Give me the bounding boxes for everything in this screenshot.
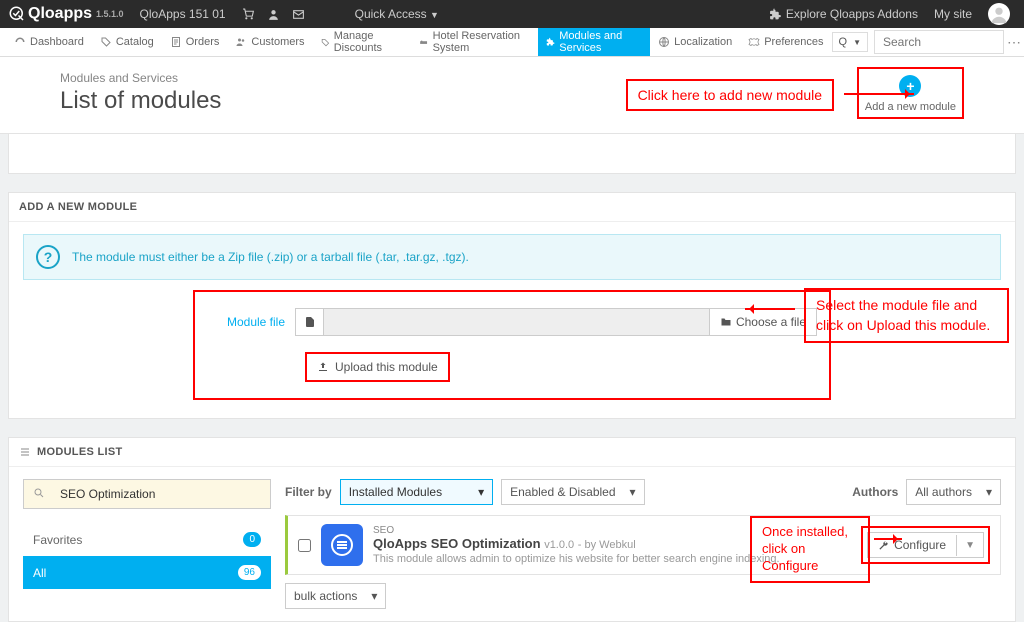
- add-module-panel: ADD A NEW MODULE ? The module must eithe…: [8, 192, 1016, 419]
- quick-access[interactable]: Quick Access ▼: [355, 7, 439, 21]
- tab-customers[interactable]: Customers: [227, 28, 312, 56]
- avatar[interactable]: [988, 3, 1010, 25]
- configure-dropdown[interactable]: ▼: [956, 535, 983, 556]
- tab-localization[interactable]: Localization: [650, 28, 740, 56]
- user-icon[interactable]: [267, 8, 280, 21]
- module-search[interactable]: [23, 479, 271, 509]
- menu-more-icon[interactable]: ⋯: [1004, 34, 1024, 51]
- module-icon: [321, 524, 363, 566]
- category-all[interactable]: All 96: [23, 556, 271, 589]
- info-box: ? The module must either be a Zip file (…: [23, 234, 1001, 280]
- topbar: Qloapps 1.5.1.0 QloApps 151 01 Quick Acc…: [0, 0, 1024, 28]
- authors-label: Authors: [852, 485, 898, 499]
- global-search-input[interactable]: [874, 30, 1004, 54]
- tab-orders[interactable]: Orders: [162, 28, 228, 56]
- annotation-configure: Once installed, click on Configure: [750, 516, 870, 583]
- wrench-icon: [878, 540, 889, 551]
- configure-button-wrap: Configure ▼: [861, 526, 990, 564]
- tab-dashboard[interactable]: Dashboard: [6, 28, 92, 56]
- info-text: The module must either be a Zip file (.z…: [72, 250, 469, 264]
- tab-catalog[interactable]: Catalog: [92, 28, 162, 56]
- modules-main: Filter by Installed Modules▾ Enabled & D…: [285, 479, 1001, 609]
- brand-name: Qloapps: [28, 5, 92, 23]
- page-title: List of modules: [60, 87, 221, 115]
- upload-module-button-wrap: Upload this module: [305, 352, 450, 382]
- site-name[interactable]: QloApps 151 01: [140, 7, 226, 21]
- add-new-module-label: Add a new module: [865, 101, 956, 113]
- module-checkbox[interactable]: [298, 539, 311, 552]
- all-count: 96: [238, 565, 261, 580]
- arrow-icon: [745, 308, 795, 310]
- arrow-icon: [874, 538, 902, 540]
- modules-list-panel: MODULES LIST Favorites 0 All 96: [8, 437, 1016, 622]
- explore-addons[interactable]: Explore Qloapps Addons: [769, 7, 918, 21]
- tab-modules[interactable]: Modules and Services: [538, 28, 650, 56]
- add-module-heading: ADD A NEW MODULE: [9, 193, 1015, 222]
- tab-discounts[interactable]: Manage Discounts: [313, 28, 412, 56]
- authors-select[interactable]: All authors▾: [906, 479, 1001, 505]
- search-icon: [24, 487, 54, 502]
- upload-icon: [317, 361, 329, 373]
- puzzle-icon: [769, 8, 782, 21]
- annotation-upload: Select the module file and click on Uplo…: [804, 288, 1009, 343]
- module-row: SEO QloApps SEO Optimization v1.0.0 - by…: [285, 515, 1001, 575]
- page-header: Modules and Services List of modules Cli…: [0, 57, 1024, 134]
- folder-icon: [720, 316, 732, 328]
- menubar: Dashboard Catalog Orders Customers Manag…: [0, 28, 1024, 57]
- tab-hotel[interactable]: Hotel Reservation System: [411, 28, 538, 56]
- annotation-add-module: Click here to add new module: [626, 79, 834, 111]
- modules-sidebar: Favorites 0 All 96: [23, 479, 271, 609]
- category-favorites[interactable]: Favorites 0: [23, 523, 271, 556]
- help-icon: ?: [36, 245, 60, 269]
- file-icon: [296, 309, 324, 335]
- brand-version: 1.5.1.0: [96, 9, 124, 19]
- brand-logo[interactable]: Qloapps 1.5.1.0: [8, 5, 124, 23]
- arrow-icon: [844, 93, 914, 95]
- list-icon: [19, 446, 31, 458]
- choose-file-button[interactable]: Choose a file: [709, 309, 816, 335]
- configure-button[interactable]: Configure: [868, 533, 956, 557]
- breadcrumb: Modules and Services: [60, 71, 221, 85]
- content-strip: [8, 134, 1016, 174]
- my-site-link[interactable]: My site: [934, 7, 972, 21]
- tab-preferences[interactable]: Preferences: [740, 28, 831, 56]
- module-search-input[interactable]: [54, 487, 270, 501]
- cart-icon[interactable]: [242, 8, 255, 21]
- bulk-actions-select[interactable]: bulk actions▾: [285, 583, 386, 609]
- file-input[interactable]: Choose a file: [295, 308, 817, 336]
- mail-icon[interactable]: [292, 8, 305, 21]
- filter-label: Filter by: [285, 485, 332, 499]
- filter-enabled-select[interactable]: Enabled & Disabled▾: [501, 479, 644, 505]
- filter-installed-select[interactable]: Installed Modules▾: [340, 479, 493, 505]
- upload-module-button[interactable]: Upload this module: [317, 360, 438, 374]
- favorites-count: 0: [243, 532, 261, 547]
- modules-list-heading: MODULES LIST: [9, 438, 1015, 467]
- search-scope-button[interactable]: Q▼: [832, 32, 868, 52]
- upload-area: Module file Choose a file Upload this mo…: [193, 290, 831, 400]
- module-file-label: Module file: [215, 315, 285, 329]
